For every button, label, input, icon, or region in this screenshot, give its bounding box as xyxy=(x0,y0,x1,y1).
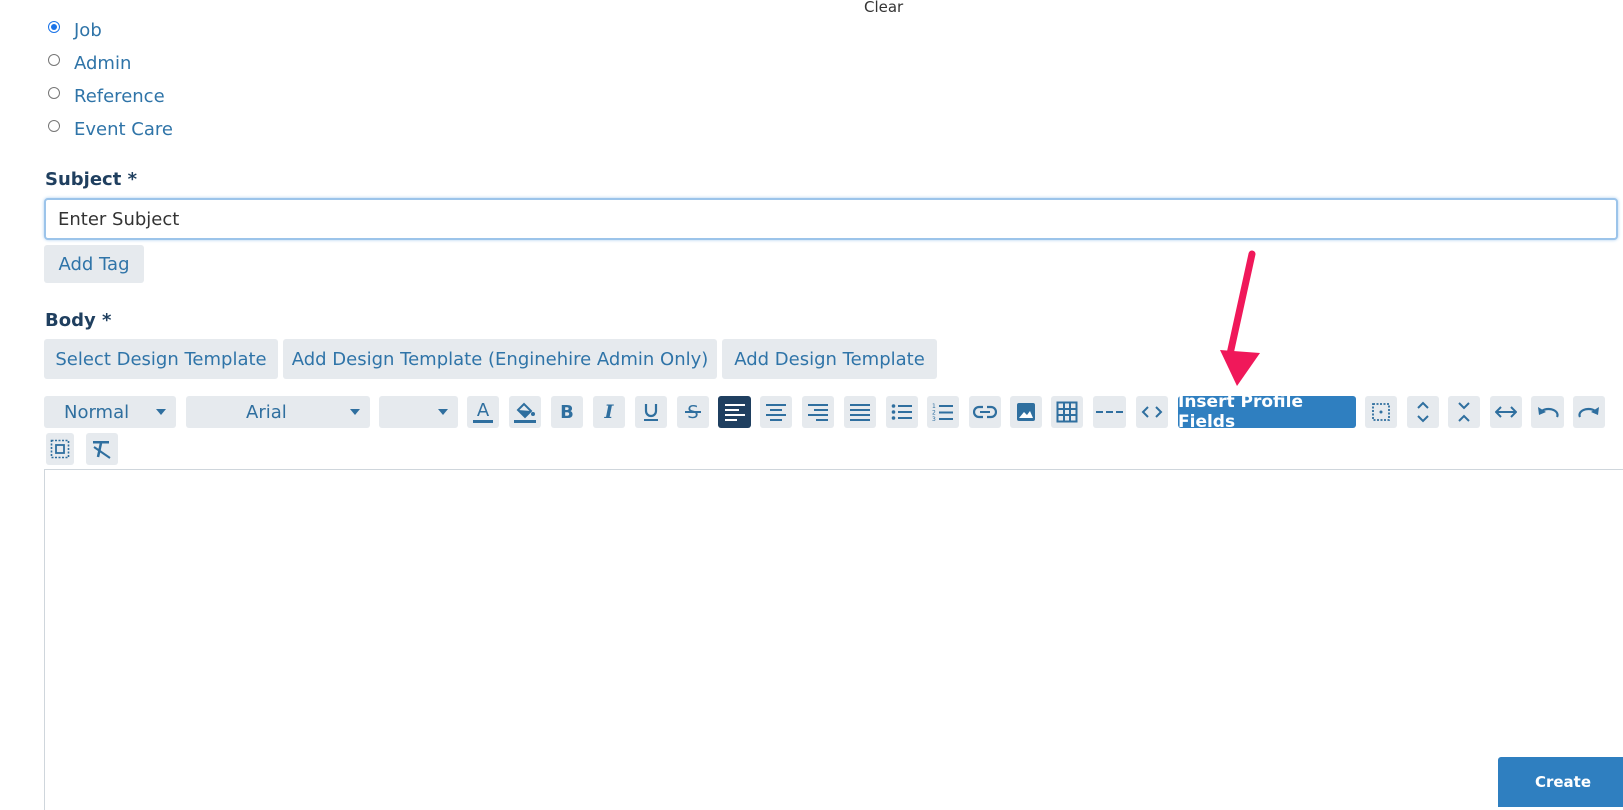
paragraph-style-select[interactable]: Normal xyxy=(44,396,176,428)
create-button[interactable]: Create xyxy=(1498,757,1623,807)
add-tag-button[interactable]: Add Tag xyxy=(44,245,144,283)
expand-horizontal-icon[interactable] xyxy=(1490,396,1522,428)
bold-icon[interactable]: B xyxy=(551,396,583,428)
chevron-down-icon xyxy=(350,409,360,415)
clear-link[interactable]: Clear xyxy=(864,0,903,16)
strikethrough-icon[interactable]: S xyxy=(677,396,709,428)
radio-button[interactable] xyxy=(48,20,60,33)
horizontal-rule-icon[interactable] xyxy=(1093,396,1126,428)
body-label: Body * xyxy=(45,310,112,331)
radio-option-event-care[interactable]: Event Care xyxy=(48,113,173,146)
link-icon[interactable] xyxy=(969,396,1001,428)
svg-text:A: A xyxy=(477,400,490,421)
add-design-template-admin-button[interactable]: Add Design Template (Enginehire Admin On… xyxy=(283,339,717,379)
select-design-template-button[interactable]: Select Design Template xyxy=(44,339,278,379)
svg-text:B: B xyxy=(560,402,574,422)
code-view-icon[interactable] xyxy=(1136,396,1168,428)
annotation-arrow xyxy=(1220,250,1260,386)
radio-label[interactable]: Job xyxy=(74,20,102,41)
radio-label[interactable]: Event Care xyxy=(74,119,173,140)
radio-option-job[interactable]: Job xyxy=(48,14,173,47)
chevron-down-icon xyxy=(156,409,166,415)
radio-button[interactable] xyxy=(48,53,60,66)
font-size-select[interactable] xyxy=(379,396,458,428)
category-radio-group: Job Admin Reference Event Care xyxy=(48,14,173,146)
add-design-template-button[interactable]: Add Design Template xyxy=(722,339,937,379)
align-right-icon[interactable] xyxy=(802,396,834,428)
subject-input[interactable] xyxy=(44,198,1618,240)
svg-text:3: 3 xyxy=(932,416,936,422)
radio-button[interactable] xyxy=(48,119,60,132)
underline-icon[interactable] xyxy=(635,396,667,428)
undo-icon[interactable] xyxy=(1531,396,1564,428)
body-editor[interactable] xyxy=(44,469,1623,810)
expand-vertical-icon[interactable] xyxy=(1407,396,1439,428)
align-justify-icon[interactable] xyxy=(844,396,876,428)
select-all-icon[interactable] xyxy=(1365,396,1397,428)
collapse-vertical-icon[interactable] xyxy=(1448,396,1480,428)
paragraph-style-value: Normal xyxy=(64,401,130,423)
image-icon[interactable] xyxy=(1010,396,1042,428)
align-center-icon[interactable] xyxy=(760,396,792,428)
text-color-icon[interactable]: A xyxy=(467,396,499,428)
fullscreen-icon[interactable] xyxy=(46,433,74,465)
chevron-down-icon xyxy=(438,409,448,415)
insert-profile-fields-button[interactable]: Insert Profile Fields xyxy=(1178,392,1356,432)
font-family-select[interactable]: Arial xyxy=(186,396,370,428)
table-icon[interactable] xyxy=(1051,396,1083,428)
clear-formatting-icon[interactable] xyxy=(86,433,118,465)
radio-option-admin[interactable]: Admin xyxy=(48,47,173,80)
bullet-list-icon[interactable] xyxy=(886,396,918,428)
svg-text:I: I xyxy=(604,402,615,422)
highlight-color-icon[interactable] xyxy=(509,396,541,428)
subject-label: Subject * xyxy=(45,169,137,190)
radio-label[interactable]: Admin xyxy=(74,53,131,74)
italic-icon[interactable]: I xyxy=(593,396,625,428)
redo-icon[interactable] xyxy=(1573,396,1605,428)
align-left-icon[interactable] xyxy=(718,396,751,428)
numbered-list-icon[interactable]: 123 xyxy=(927,396,959,428)
font-family-value: Arial xyxy=(246,401,287,423)
radio-label[interactable]: Reference xyxy=(74,86,165,107)
radio-option-reference[interactable]: Reference xyxy=(48,80,173,113)
radio-button[interactable] xyxy=(48,86,60,99)
